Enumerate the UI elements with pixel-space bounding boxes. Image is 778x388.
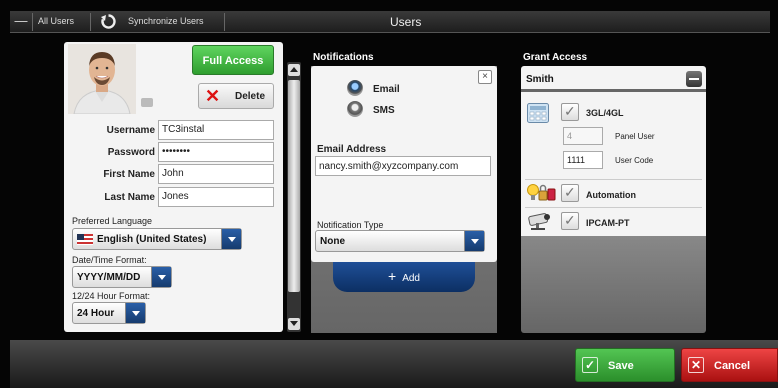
camera-icon[interactable] bbox=[141, 98, 153, 107]
save-button[interactable]: ✓ Save bbox=[575, 348, 675, 382]
all-users-link[interactable]: All Users bbox=[38, 16, 74, 26]
chevron-down-icon bbox=[221, 229, 241, 249]
3gl-4gl-checkbox[interactable] bbox=[561, 103, 579, 121]
user-code-label: User Code bbox=[615, 156, 654, 165]
password-field[interactable]: •••••••• bbox=[158, 142, 274, 162]
users-screen: — All Users Synchronize Users Users Full… bbox=[0, 0, 778, 388]
divider bbox=[525, 179, 702, 180]
chevron-down-icon bbox=[464, 231, 484, 251]
divider bbox=[224, 13, 225, 31]
close-icon: ✕ bbox=[688, 357, 704, 373]
sync-icon[interactable] bbox=[100, 13, 117, 30]
notification-card: × Email SMS Email Address nancy.smith@xy… bbox=[311, 66, 497, 262]
cancel-label: Cancel bbox=[714, 360, 751, 372]
plus-icon: + bbox=[388, 268, 397, 284]
last-name-row: Last Name Jones bbox=[64, 187, 283, 209]
grant-user-name: Smith bbox=[526, 74, 554, 85]
first-name-row: First Name John bbox=[64, 164, 283, 186]
date-format-value: YYYY/MM/DD bbox=[77, 272, 141, 283]
user-card: Full Access ✕ Delete Username TC3instal … bbox=[64, 42, 283, 332]
sms-radio-label: SMS bbox=[373, 105, 395, 116]
sms-radio[interactable] bbox=[347, 101, 363, 117]
panel-user-field[interactable]: 4 bbox=[563, 127, 603, 145]
collapse-icon[interactable] bbox=[686, 71, 702, 87]
hour-format-value: 24 Hour bbox=[77, 308, 115, 319]
notification-type-select[interactable]: None bbox=[315, 230, 485, 252]
user-code-field[interactable]: 1111 bbox=[563, 151, 603, 169]
automation-label: Automation bbox=[586, 190, 636, 200]
keypad-icon bbox=[527, 103, 549, 123]
chevron-down-icon bbox=[125, 303, 145, 323]
add-label: Add bbox=[402, 273, 420, 284]
grant-access-card: Smith 3GL/4GL 4 Panel User 1111 User Cod… bbox=[521, 66, 706, 333]
username-row: Username TC3instal bbox=[64, 120, 283, 142]
date-format-label: Date/Time Format: bbox=[72, 255, 147, 265]
username-label: Username bbox=[106, 125, 155, 136]
synchronize-users-link[interactable]: Synchronize Users bbox=[128, 16, 204, 26]
notification-type-value: None bbox=[320, 236, 345, 247]
chevron-down-icon bbox=[151, 267, 171, 287]
us-flag-icon bbox=[77, 234, 93, 245]
preferred-language-label: Preferred Language bbox=[72, 216, 153, 226]
cancel-button[interactable]: ✕ Cancel bbox=[681, 348, 778, 382]
camera-icon bbox=[528, 213, 550, 230]
checkmark-icon: ✓ bbox=[582, 357, 598, 373]
automation-checkbox[interactable] bbox=[561, 184, 579, 202]
hour-format-select[interactable]: 24 Hour bbox=[72, 302, 146, 324]
last-name-field[interactable]: Jones bbox=[158, 187, 274, 207]
add-notification-button[interactable]: + Add bbox=[333, 262, 475, 292]
scroll-up-icon[interactable] bbox=[288, 64, 300, 76]
3gl-4gl-label: 3GL/4GL bbox=[586, 108, 624, 118]
ipcam-pt-label: IPCAM-PT bbox=[586, 218, 630, 228]
notifications-title: Notifications bbox=[313, 52, 374, 63]
close-icon: ✕ bbox=[205, 86, 221, 106]
preferred-language-select[interactable]: English (United States) bbox=[72, 228, 242, 250]
scroll-down-icon[interactable] bbox=[288, 318, 300, 330]
email-radio[interactable] bbox=[347, 80, 363, 96]
lightbulb-lock-icon bbox=[527, 184, 556, 201]
email-radio-label: Email bbox=[373, 84, 400, 95]
panel-user-label: Panel User bbox=[615, 132, 655, 141]
close-icon[interactable]: × bbox=[478, 70, 492, 84]
hour-format-label: 12/24 Hour Format: bbox=[72, 291, 151, 301]
page-title: Users bbox=[390, 15, 422, 29]
notification-type-label: Notification Type bbox=[317, 220, 384, 230]
divider bbox=[525, 207, 702, 208]
delete-label: Delete bbox=[235, 91, 266, 102]
username-field[interactable]: TC3instal bbox=[158, 120, 274, 140]
delete-button[interactable]: ✕ Delete bbox=[198, 83, 274, 109]
preferred-language-value: English (United States) bbox=[97, 234, 207, 245]
grant-header: Smith bbox=[521, 66, 706, 92]
user-avatar bbox=[68, 44, 136, 114]
password-label: Password bbox=[107, 147, 155, 158]
date-format-select[interactable]: YYYY/MM/DD bbox=[72, 266, 172, 288]
divider bbox=[90, 13, 91, 31]
divider bbox=[32, 13, 33, 31]
save-label: Save bbox=[608, 360, 634, 372]
top-bar: — All Users Synchronize Users Users bbox=[10, 11, 770, 33]
scroll-thumb[interactable] bbox=[288, 80, 300, 292]
minimize-icon[interactable]: — bbox=[14, 14, 28, 28]
ipcam-pt-checkbox[interactable] bbox=[561, 212, 579, 230]
full-access-button[interactable]: Full Access bbox=[192, 45, 274, 75]
first-name-label: First Name bbox=[103, 169, 155, 180]
email-address-label: Email Address bbox=[317, 144, 387, 155]
first-name-field[interactable]: John bbox=[158, 164, 274, 184]
password-row: Password •••••••• bbox=[64, 142, 283, 164]
last-name-label: Last Name bbox=[104, 192, 155, 203]
grant-access-title: Grant Access bbox=[523, 52, 588, 63]
user-card-scrollbar[interactable] bbox=[287, 62, 301, 332]
email-address-field[interactable]: nancy.smith@xyzcompany.com bbox=[315, 156, 491, 176]
